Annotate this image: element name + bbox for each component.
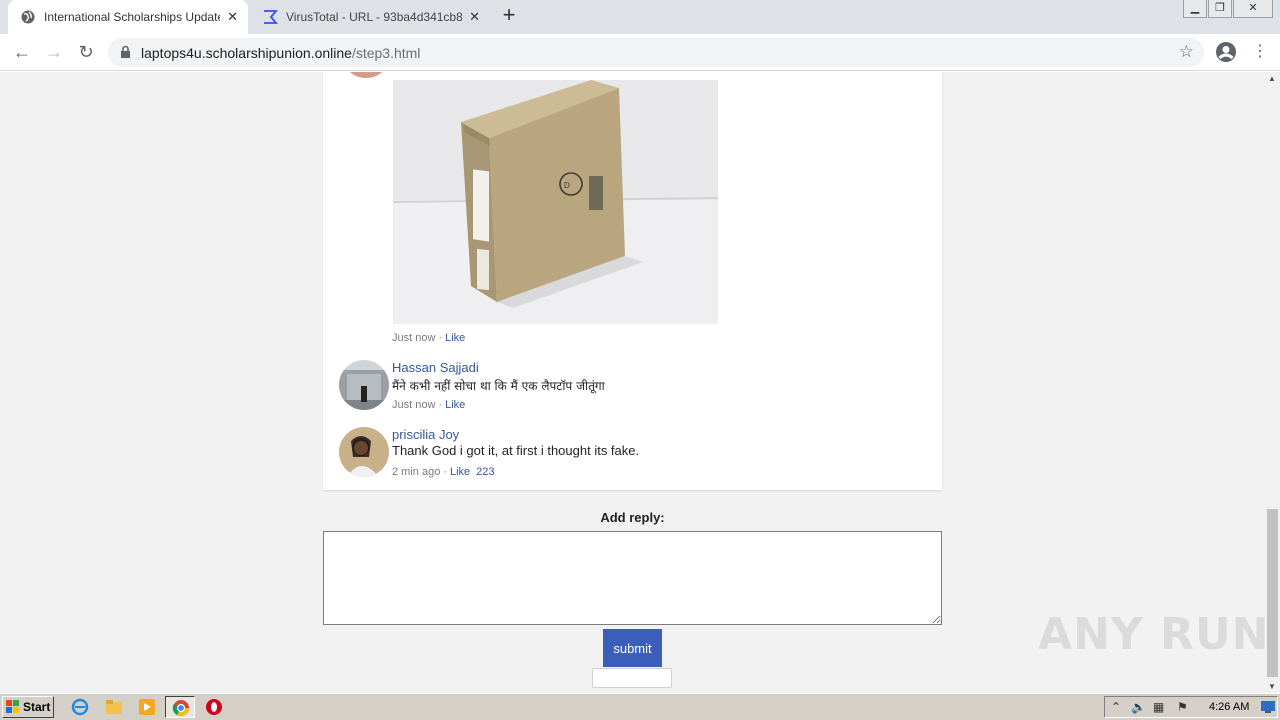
like-link[interactable]: Like [450, 466, 470, 478]
globe-icon [21, 10, 35, 24]
submit-button[interactable]: submit [603, 629, 662, 667]
start-label: Start [23, 700, 51, 714]
restore-button[interactable]: ❐ [1208, 0, 1232, 18]
media-player-icon[interactable] [138, 698, 156, 716]
comment-text: मैंने कभी नहीं सोचा था कि मैं एक लैपटॉप … [392, 379, 605, 393]
anyrun-watermark: ANY RUN [1038, 609, 1265, 660]
like-link[interactable]: Like [445, 399, 465, 411]
scroll-up-arrow-icon[interactable]: ▲ [1268, 74, 1276, 83]
comment-meta: Just now · Like [392, 399, 466, 411]
forward-arrow-icon[interactable]: → [42, 40, 66, 64]
comment-time: Just now [392, 399, 436, 411]
comment-time: 2 min ago [392, 466, 441, 478]
page-scrollbar[interactable]: ▲ ▼ [1265, 72, 1280, 693]
laptop-box-image: D [393, 80, 718, 324]
show-hidden-icons-icon[interactable]: ⌃ [1111, 700, 1121, 714]
page-viewport: D Just now · Like Hassan Sajjadi मैंने कभी… [0, 72, 1265, 693]
priscilia-avatar [339, 427, 389, 477]
tab-strip: International Scholarships Updates > ✕ V… [0, 0, 1280, 34]
url-path: /step3.html [351, 45, 421, 61]
url-domain: laptops4u.scholarshipunion.online [141, 45, 352, 61]
tab-title: International Scholarships Updates > [44, 10, 220, 24]
close-tab-icon[interactable]: ✕ [469, 9, 480, 25]
comment-meta: 2 min ago · Like 223 [392, 466, 495, 478]
commenter-name[interactable]: Hassan Sajjadi [392, 360, 479, 375]
clock[interactable]: 4:26 AM [1209, 701, 1249, 713]
laptop-box-photo: D [393, 80, 718, 324]
file-explorer-icon[interactable] [105, 698, 123, 716]
scroll-down-arrow-icon[interactable]: ▼ [1268, 682, 1276, 691]
browser-toolbar: ← → ↻ laptops4u.scholarshipunion.online/… [0, 34, 1280, 71]
chrome-taskbar-button[interactable] [165, 696, 195, 718]
brand-logo-icon: D [564, 181, 570, 190]
like-count: 223 [476, 466, 495, 478]
system-tray: ⌃ 🔈 ▦ ⚑ 4:26 AM [1104, 696, 1278, 718]
url-text: laptops4u.scholarshipunion.online/step3.… [141, 45, 420, 61]
tab-title: VirusTotal - URL - 93ba4d341cb8c3e [286, 10, 462, 24]
scrollbar-thumb[interactable] [1267, 509, 1278, 677]
close-tab-icon[interactable]: ✕ [227, 9, 238, 25]
chrome-icon [172, 700, 190, 717]
tab-virustotal[interactable]: VirusTotal - URL - 93ba4d341cb8c3e ✕ [250, 0, 490, 34]
network-icon[interactable]: ▦ [1153, 700, 1164, 714]
address-bar[interactable]: laptops4u.scholarshipunion.online/step3.… [108, 38, 1204, 67]
reload-icon[interactable]: ↻ [74, 40, 98, 64]
new-tab-button[interactable]: + [498, 4, 520, 27]
minimize-button[interactable]: ▁ [1183, 0, 1207, 18]
commenter-name[interactable]: priscilia Joy [392, 427, 459, 442]
opera-icon[interactable] [205, 698, 223, 716]
add-reply-label: Add reply: [600, 510, 665, 525]
commenter-avatar [341, 72, 391, 78]
start-button[interactable]: Start [2, 696, 54, 718]
hassan-avatar [339, 360, 389, 410]
comment-text: Thank God i got it, at first i thought i… [392, 443, 640, 458]
back-arrow-icon[interactable]: ← [10, 40, 34, 64]
close-window-button[interactable]: ✕ [1233, 0, 1273, 18]
lock-icon[interactable] [120, 45, 131, 59]
virustotal-icon [264, 10, 278, 24]
tab-scholarships[interactable]: International Scholarships Updates > ✕ [8, 0, 248, 34]
avatar-photo [339, 360, 389, 410]
post-time: Just now [392, 332, 436, 344]
reply-textarea[interactable] [323, 531, 942, 625]
windows-logo-icon [6, 700, 19, 713]
profile-icon[interactable] [1215, 41, 1237, 63]
comments-card: D Just now · Like Hassan Sajjadi मैंने कभी… [323, 72, 942, 490]
action-center-flag-icon[interactable]: ⚑ [1177, 700, 1188, 714]
extra-input-box[interactable] [592, 668, 672, 688]
bookmark-star-icon[interactable]: ☆ [1179, 42, 1194, 62]
volume-icon[interactable]: 🔈 [1131, 700, 1146, 714]
like-link[interactable]: Like [445, 332, 465, 344]
taskbar: Start ⌃ 🔈 ▦ ⚑ 4:26 AM [0, 693, 1280, 720]
post-meta: Just now · Like [392, 332, 466, 344]
avatar-photo [339, 427, 389, 477]
show-desktop-icon[interactable] [1261, 701, 1275, 713]
browser-menu-icon[interactable]: ⋮ [1252, 42, 1268, 62]
internet-explorer-icon[interactable] [71, 698, 89, 716]
